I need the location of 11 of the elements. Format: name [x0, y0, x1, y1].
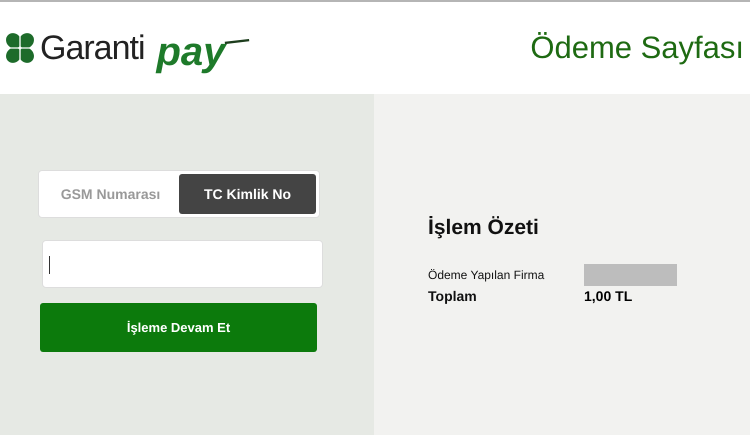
continue-button[interactable]: İşleme Devam Et — [40, 303, 317, 352]
logo-pay-text: pay — [156, 32, 226, 72]
logo-text: Garanti — [40, 28, 144, 68]
logo-dash-icon — [223, 39, 252, 45]
summary-value: 1,00 TL — [584, 288, 632, 304]
tab[interactable]: TC Kimlik No — [179, 174, 316, 214]
summary-title: İşlem Özeti — [428, 216, 540, 240]
summary-label: Ödeme Yapılan Firma — [428, 268, 546, 282]
summary-label: Toplam — [428, 288, 478, 304]
input-field[interactable] — [42, 240, 323, 288]
page-title: Ödeme Sayfası — [530, 30, 744, 66]
